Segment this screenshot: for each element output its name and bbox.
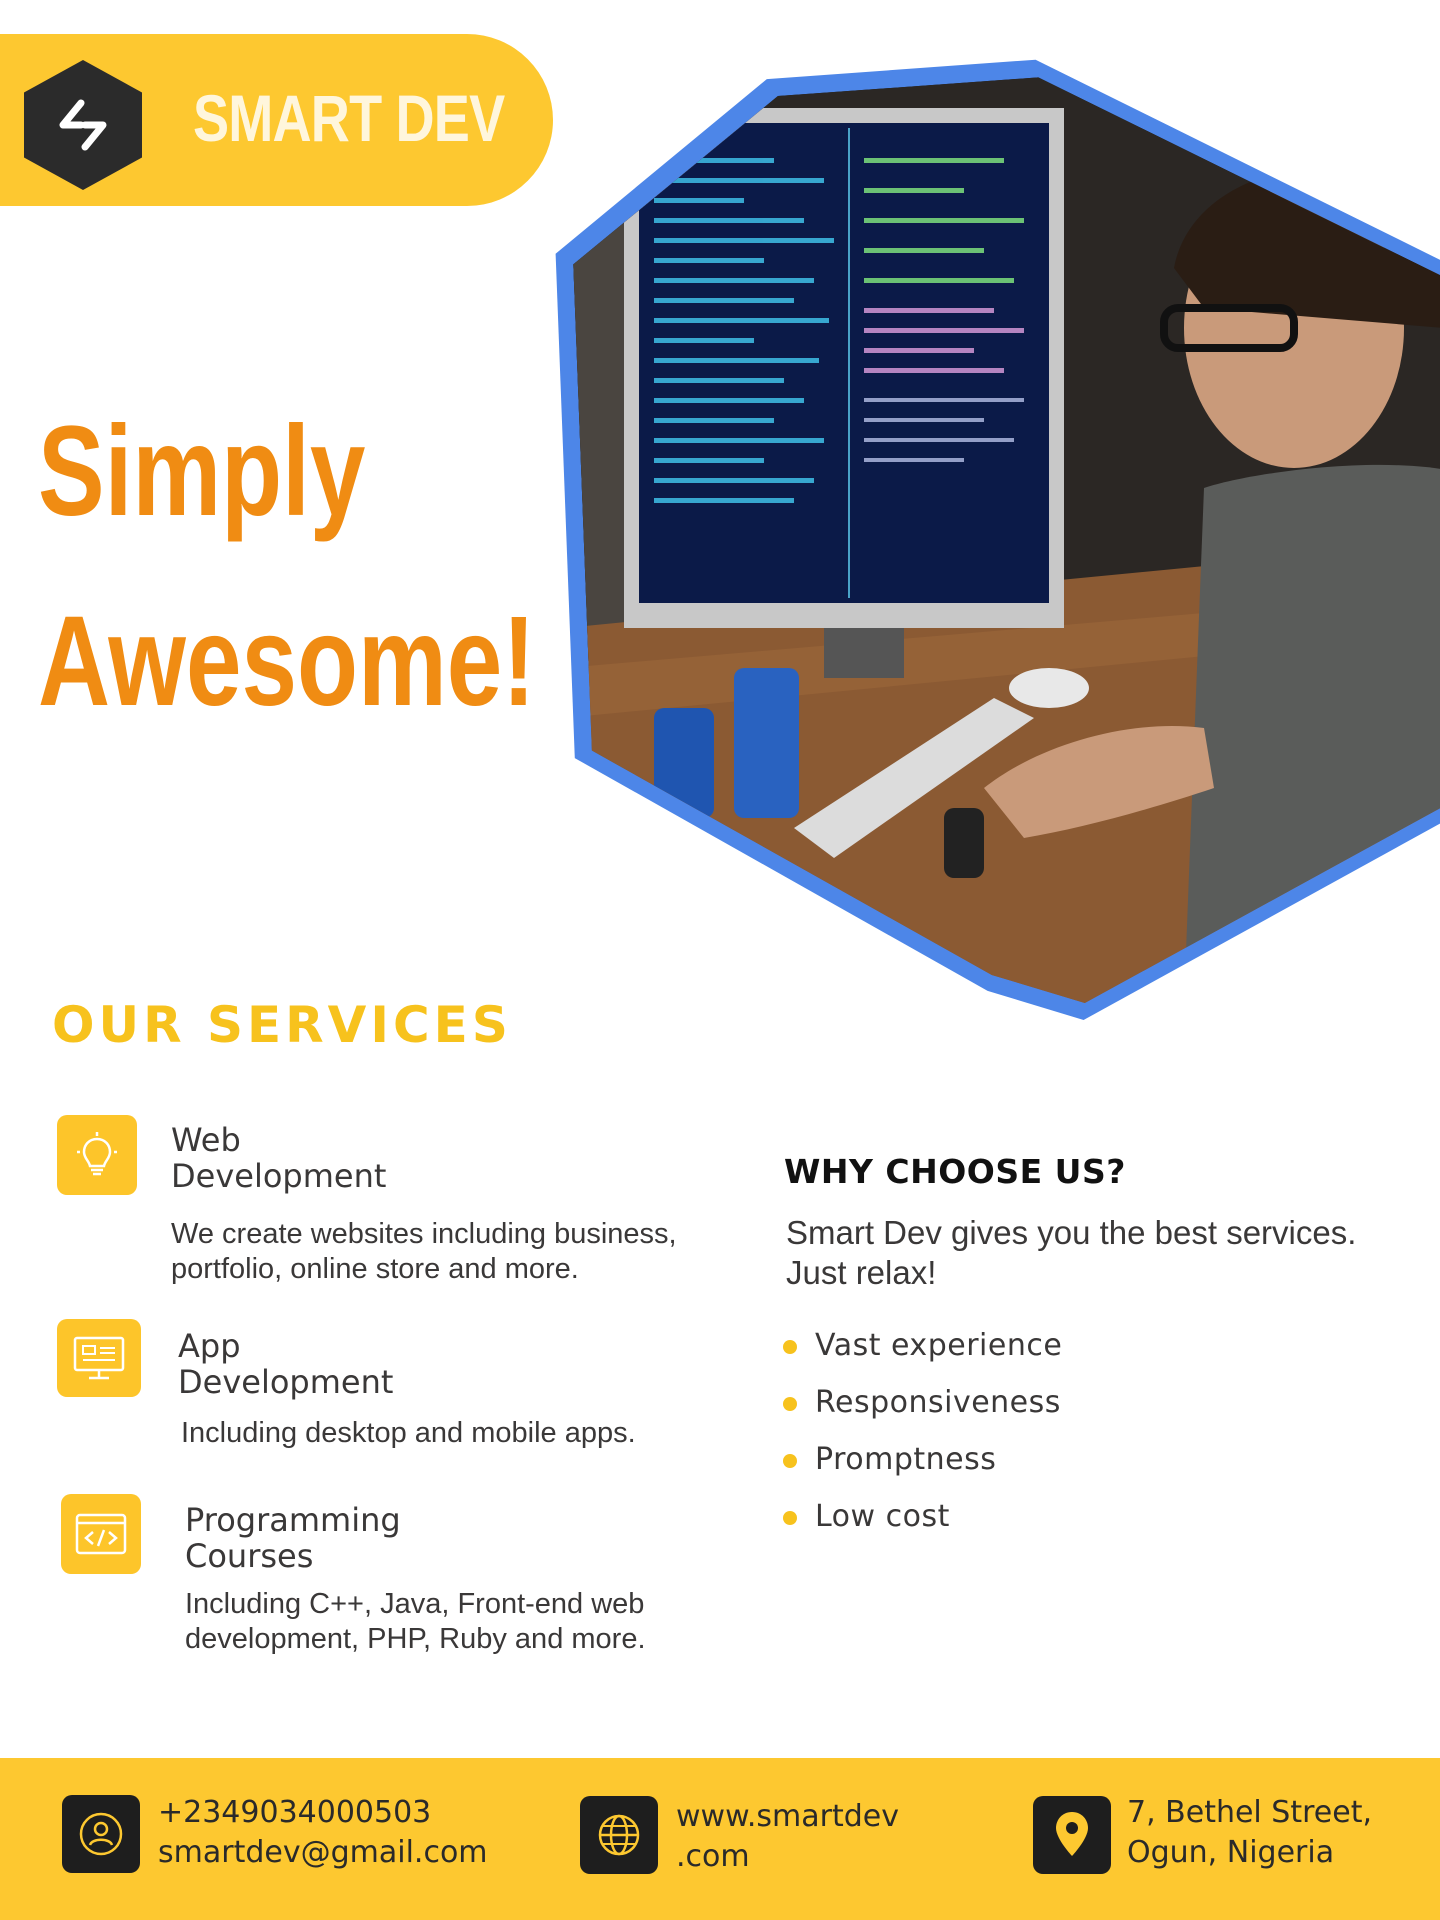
address-line-1: 7, Bethel Street, xyxy=(1127,1795,1372,1830)
why-choose-us-text: Smart Dev gives you the best services. J… xyxy=(786,1213,1426,1293)
service-web-title: Web Development xyxy=(171,1122,386,1194)
service-web-desc-line-1: We create websites including business, xyxy=(171,1218,677,1250)
code-arrows-icon xyxy=(59,99,107,151)
service-web-desc: We create websites including business, p… xyxy=(171,1217,677,1287)
list-item: Promptness xyxy=(783,1440,1062,1497)
list-item-label: Responsiveness xyxy=(815,1385,1061,1420)
headline-line-2: Awesome! xyxy=(38,590,536,733)
service-app-title: App Development xyxy=(178,1328,393,1400)
footer-website[interactable]: www.smartdev .com xyxy=(676,1797,899,1877)
list-item-label: Promptness xyxy=(815,1442,997,1477)
service-app-desc-line-1: Including desktop and mobile apps. xyxy=(181,1417,636,1449)
service-courses-title: Programming Courses xyxy=(185,1502,401,1574)
list-item-label: Low cost xyxy=(815,1499,950,1534)
brand-name: SMART DEV xyxy=(193,81,505,155)
email-address[interactable]: smartdev@gmail.com xyxy=(158,1833,488,1873)
list-item: Responsiveness xyxy=(783,1383,1062,1440)
why-text-line-2: Just relax! xyxy=(786,1254,937,1291)
service-web-title-line-2: Development xyxy=(171,1157,387,1195)
service-courses-title-line-2: Courses xyxy=(185,1537,314,1575)
footer-address: 7, Bethel Street, Ogun, Nigeria xyxy=(1127,1793,1372,1873)
bullet-icon xyxy=(783,1454,797,1468)
list-item: Low cost xyxy=(783,1497,1062,1554)
contact-person-icon xyxy=(62,1795,140,1873)
list-item-label: Vast experience xyxy=(815,1328,1063,1363)
services-title: OUR SERVICES xyxy=(52,996,512,1054)
why-text-line-1: Smart Dev gives you the best services. xyxy=(786,1214,1357,1251)
phone-number[interactable]: +2349034000503 xyxy=(158,1793,488,1833)
headline-line-1: Simply xyxy=(38,400,366,543)
footer-contact: +2349034000503 smartdev@gmail.com xyxy=(158,1793,488,1873)
bullet-icon xyxy=(783,1511,797,1525)
service-courses-desc-line-2: development, PHP, Ruby and more. xyxy=(185,1623,646,1655)
service-app-title-line-1: App xyxy=(178,1327,241,1365)
service-web-desc-line-2: portfolio, online store and more. xyxy=(171,1253,579,1285)
map-pin-icon xyxy=(1033,1796,1111,1874)
bullet-icon xyxy=(783,1397,797,1411)
list-item: Vast experience xyxy=(783,1326,1062,1383)
service-app-desc: Including desktop and mobile apps. xyxy=(181,1416,636,1451)
bullet-icon xyxy=(783,1340,797,1354)
service-courses-title-line-1: Programming xyxy=(185,1501,401,1539)
globe-icon xyxy=(580,1796,658,1874)
service-courses-desc-line-1: Including C++, Java, Front-end web xyxy=(185,1588,645,1620)
service-courses-desc: Including C++, Java, Front-end web devel… xyxy=(185,1587,646,1657)
why-choose-us-title: WHY CHOOSE US? xyxy=(784,1152,1126,1191)
lightbulb-icon xyxy=(57,1115,137,1195)
address-line-2: Ogun, Nigeria xyxy=(1127,1835,1335,1870)
code-window-icon xyxy=(61,1494,141,1574)
website-line-2[interactable]: .com xyxy=(676,1837,899,1877)
website-line-1[interactable]: www.smartdev xyxy=(676,1797,899,1837)
why-choose-us-list: Vast experience Responsiveness Promptnes… xyxy=(783,1326,1062,1554)
service-app-title-line-2: Development xyxy=(178,1363,394,1401)
monitor-icon xyxy=(57,1319,141,1397)
service-web-title-line-1: Web xyxy=(171,1121,241,1159)
